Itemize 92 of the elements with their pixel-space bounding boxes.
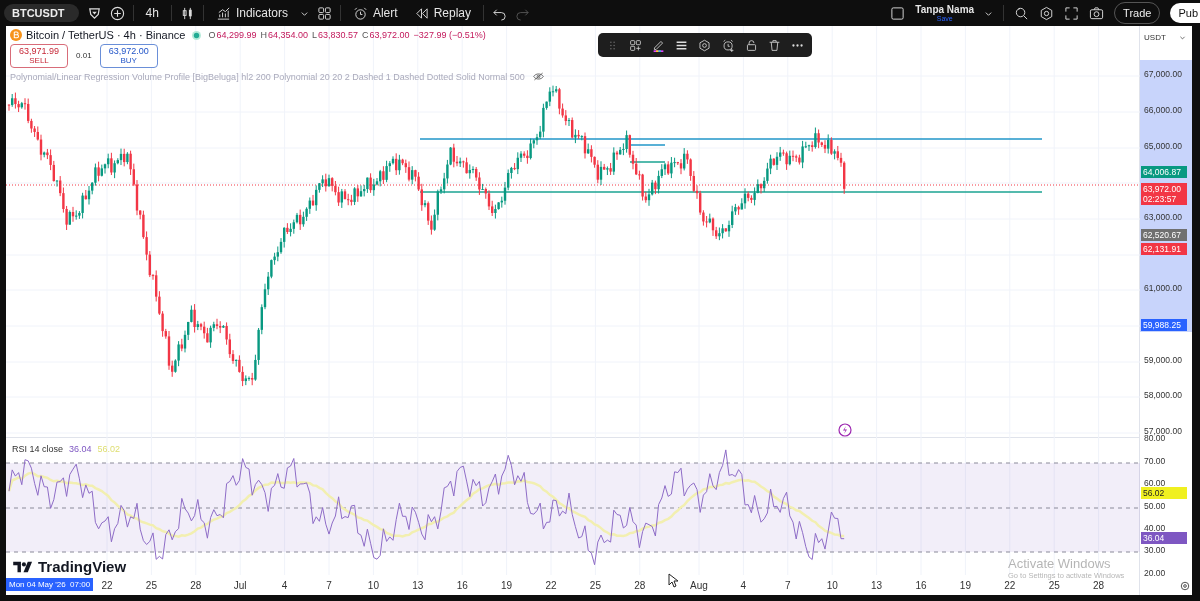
unlock-icon[interactable] <box>744 38 758 52</box>
date-label: 4 <box>739 580 748 591</box>
date-label: 10 <box>366 580 380 591</box>
fullscreen-icon[interactable] <box>1064 5 1080 21</box>
layout-icon[interactable] <box>890 5 906 21</box>
date-label: 22 <box>1003 580 1017 591</box>
layout-name[interactable]: Tanpa Nama <box>915 4 975 15</box>
alarm-icon <box>352 5 368 21</box>
rsi-scale-label: 30.00 <box>1144 545 1166 555</box>
publish-button[interactable]: Pub <box>1170 3 1200 23</box>
cursor-date-label: Mon 04 May '26 07:00 <box>6 578 94 591</box>
price-badge: 62,131.91 <box>1141 243 1188 256</box>
add-icon[interactable] <box>109 5 125 21</box>
symbol-title[interactable]: Bitcoin / TetherUS · 4h · Binance <box>26 29 186 41</box>
tradingview-logo-text: TradingView <box>38 558 127 575</box>
date-label: 19 <box>500 580 514 591</box>
date-label: 7 <box>784 580 792 591</box>
price-label: 65,000.00 <box>1144 141 1182 151</box>
settings-icon[interactable] <box>1039 5 1055 21</box>
date-label: Aug <box>689 580 709 591</box>
horizontal-line[interactable] <box>629 144 666 146</box>
camera-icon[interactable] <box>1089 5 1105 21</box>
rsi-badge: 36.04 <box>1141 532 1188 545</box>
date-label: 16 <box>455 580 469 591</box>
date-label: 25 <box>588 580 602 591</box>
date-label: 22 <box>544 580 558 591</box>
date-label: 16 <box>914 580 928 591</box>
rsi-label[interactable]: RSI 14 close <box>12 444 64 454</box>
settings-icon[interactable] <box>1180 581 1190 591</box>
quantity-value: 0.01 <box>76 51 92 61</box>
date-label: 28 <box>633 580 647 591</box>
ohlc-value: C 63,972.00 <box>362 30 410 40</box>
price-label: 58,000.00 <box>1144 390 1182 400</box>
add-template-icon[interactable] <box>629 38 643 52</box>
date-label: 13 <box>411 580 425 591</box>
market-open-icon <box>192 30 202 40</box>
price-label: 63,000.00 <box>1144 212 1182 222</box>
rsi-scale-label: 60.00 <box>1144 478 1166 488</box>
alert-button[interactable]: Alert <box>348 5 402 21</box>
date-label: 28 <box>1092 580 1106 591</box>
interval-button[interactable]: 4h <box>141 6 163 20</box>
price-label: 66,000.00 <box>1144 105 1182 115</box>
pencil-icon[interactable] <box>652 38 666 52</box>
price-label: 67,000.00 <box>1144 69 1182 79</box>
price-label: 57,000.00 <box>1144 426 1182 436</box>
price-badge: 64,006.87 <box>1141 166 1188 179</box>
chart-icon <box>215 5 231 21</box>
price-change: −327.99 (−0.51%) <box>413 30 486 40</box>
rsi-scale-label: 70.00 <box>1144 456 1166 466</box>
price-label: 59,000.00 <box>1144 355 1182 365</box>
date-label: 28 <box>189 580 203 591</box>
lightning-icon[interactable] <box>838 423 852 437</box>
rsi-scale-label: 50.00 <box>1144 501 1166 511</box>
tradingview-logo-icon <box>13 560 34 573</box>
date-label: 7 <box>325 580 333 591</box>
price-badge: 62,520.67 <box>1141 229 1188 242</box>
caret-icon <box>1179 34 1187 41</box>
date-label: Jul <box>232 580 248 591</box>
date-label: 25 <box>144 580 158 591</box>
bitcoin-icon <box>10 29 22 41</box>
replay-button[interactable]: Replay <box>409 5 475 21</box>
horizontal-line[interactable] <box>629 161 666 163</box>
date-label: 10 <box>825 580 839 591</box>
price-badge: 59,988.25 <box>1141 319 1188 332</box>
alarm-icon[interactable] <box>721 38 735 52</box>
ohlc-value: O 64,299.99 <box>208 30 257 40</box>
symbol-search-button[interactable]: BTCUSDT <box>4 4 79 22</box>
ohlc-value: H64,354.00 <box>260 30 308 40</box>
rewind-icon <box>413 5 429 21</box>
rsi-average-value: 56.02 <box>97 444 121 454</box>
sell-button[interactable]: 63,971.99 SELL <box>10 44 69 68</box>
activation-notice-title: Activate Windows <box>1008 556 1112 571</box>
price-label: 61,000.00 <box>1144 283 1182 293</box>
date-label: 22 <box>100 580 114 591</box>
price-badge: 63,972.00 02:23:57 <box>1141 183 1188 206</box>
date-label: 25 <box>1047 580 1061 591</box>
search-icon[interactable] <box>1014 5 1030 21</box>
indicators-button[interactable]: Indicators <box>211 5 292 21</box>
buy-button[interactable]: 63,972.00 BUY <box>99 44 158 68</box>
settings-icon[interactable] <box>698 38 712 52</box>
trash-icon[interactable] <box>767 38 781 52</box>
rsi-value: 36.04 <box>69 444 92 454</box>
hidden-eye-icon[interactable] <box>532 72 544 82</box>
date-label: 19 <box>958 580 972 591</box>
grid-icon[interactable] <box>316 5 332 21</box>
rsi-scale-label: 40.00 <box>1144 523 1166 533</box>
ohlc-value: L63,830.57 <box>312 30 359 40</box>
date-label: 4 <box>280 580 289 591</box>
mouse-cursor-icon <box>668 573 678 588</box>
date-label: 13 <box>870 580 884 591</box>
rsi-scale-label: 20.00 <box>1144 568 1166 578</box>
rsi-badge: 56.02 <box>1141 487 1188 500</box>
